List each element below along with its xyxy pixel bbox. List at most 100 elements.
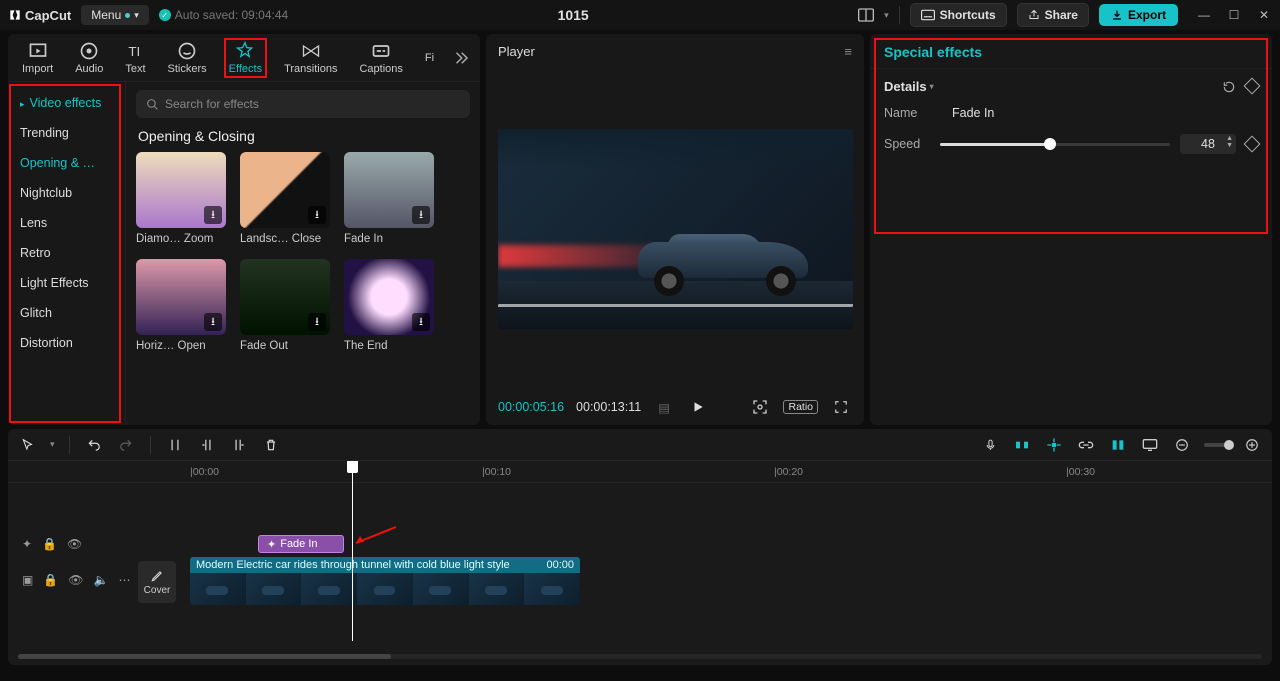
slider-thumb[interactable] bbox=[1044, 138, 1056, 150]
cursor-tool[interactable] bbox=[18, 435, 38, 455]
sidebar-item-trending[interactable]: Trending bbox=[8, 118, 125, 148]
timeline-wrap: ▾ |00:00 |00:10 bbox=[0, 425, 1280, 673]
menu-button[interactable]: Menu ▾ bbox=[81, 5, 149, 25]
zoom-out-icon[interactable] bbox=[1172, 435, 1192, 455]
list-icon[interactable]: ▤ bbox=[653, 397, 675, 417]
tab-audio[interactable]: Audio bbox=[71, 39, 107, 77]
chevron-down-icon: ▾ bbox=[134, 10, 139, 21]
inspector-body: Details▾ Name Fade In Speed 48 ▲▼ bbox=[870, 69, 1272, 164]
player-canvas[interactable] bbox=[498, 129, 853, 329]
zoom-slider[interactable] bbox=[1204, 443, 1230, 447]
split-left-icon[interactable] bbox=[197, 435, 217, 455]
effect-label: Fade Out bbox=[240, 340, 330, 352]
playhead[interactable] bbox=[352, 461, 353, 641]
sidebar-item-nightclub[interactable]: Nightclub bbox=[8, 178, 125, 208]
pencil-icon bbox=[150, 569, 164, 583]
speed-slider[interactable] bbox=[940, 143, 1170, 146]
keyframe-icon[interactable] bbox=[1244, 77, 1261, 94]
zoom-in-icon[interactable] bbox=[1242, 435, 1262, 455]
split-right-icon[interactable] bbox=[229, 435, 249, 455]
titlebar-right: ▾ Shortcuts Share Export — ☐ ✕ bbox=[858, 3, 1272, 27]
sidebar-item-lens[interactable]: Lens bbox=[8, 208, 125, 238]
speed-label: Speed bbox=[884, 137, 930, 151]
sidebar-item-opening[interactable]: Opening & … bbox=[8, 148, 125, 178]
shortcuts-button[interactable]: Shortcuts bbox=[910, 3, 1007, 27]
tab-effects[interactable]: Effects bbox=[225, 39, 266, 77]
effect-item[interactable]: ⭳ Fade In bbox=[344, 152, 434, 245]
redo-icon[interactable] bbox=[116, 435, 136, 455]
video-clip[interactable]: Modern Electric car rides through tunnel… bbox=[190, 557, 580, 605]
layout-icon[interactable] bbox=[858, 7, 874, 23]
effect-track-icon[interactable]: ✦ bbox=[22, 537, 32, 551]
fullscreen-icon[interactable] bbox=[830, 397, 852, 417]
details-label[interactable]: Details▾ bbox=[884, 79, 934, 94]
track-lane[interactable]: ✦ Fade In bbox=[138, 531, 1272, 557]
ruler-tick: |00:00 bbox=[190, 466, 219, 478]
sidebar-item-light[interactable]: Light Effects bbox=[8, 268, 125, 298]
stepper-icons[interactable]: ▲▼ bbox=[1226, 135, 1233, 149]
preview-icon[interactable] bbox=[1108, 435, 1128, 455]
tab-import[interactable]: Import bbox=[18, 39, 57, 77]
scrollbar-thumb[interactable] bbox=[18, 654, 391, 659]
effect-label: Horiz… Open bbox=[136, 340, 226, 352]
timeline-ruler[interactable]: |00:00 |00:10 |00:20 |00:30 bbox=[8, 461, 1272, 483]
tab-stickers[interactable]: Stickers bbox=[164, 39, 211, 77]
delete-icon[interactable] bbox=[261, 435, 281, 455]
share-button[interactable]: Share bbox=[1017, 3, 1089, 27]
export-button[interactable]: Export bbox=[1099, 4, 1178, 26]
tab-filters[interactable]: Fi bbox=[421, 50, 438, 66]
mute-icon[interactable]: 🔈 bbox=[94, 573, 109, 587]
chevron-down-icon[interactable]: ▾ bbox=[50, 439, 55, 450]
effect-item[interactable]: ⭳ The End bbox=[344, 259, 434, 352]
effect-item[interactable]: ⭳ Landsc… Close bbox=[240, 152, 330, 245]
link-icon[interactable] bbox=[1076, 435, 1096, 455]
menu-label: Menu bbox=[91, 8, 121, 22]
tab-captions[interactable]: Captions bbox=[355, 39, 406, 77]
sidebar-item-distortion[interactable]: Distortion bbox=[8, 328, 125, 358]
tab-transitions[interactable]: Transitions bbox=[280, 39, 341, 77]
play-icon[interactable] bbox=[687, 397, 709, 417]
mic-icon[interactable] bbox=[980, 435, 1000, 455]
effect-item[interactable]: ⭳ Horiz… Open bbox=[136, 259, 226, 352]
ratio-button[interactable]: Ratio bbox=[783, 400, 818, 414]
lock-icon[interactable]: 🔒 bbox=[42, 537, 57, 551]
monitor-icon[interactable] bbox=[1140, 435, 1160, 455]
eye-icon[interactable]: 👁 bbox=[68, 573, 83, 587]
timeline-scrollbar[interactable] bbox=[8, 651, 1272, 661]
split-icon[interactable] bbox=[165, 435, 185, 455]
snap-icon[interactable] bbox=[1044, 435, 1064, 455]
lock-icon[interactable]: 🔒 bbox=[43, 573, 58, 587]
magnet-icon[interactable] bbox=[1012, 435, 1032, 455]
reset-icon[interactable] bbox=[1222, 80, 1236, 94]
cover-button[interactable]: Cover bbox=[138, 561, 176, 603]
maximize-icon[interactable]: ☐ bbox=[1226, 7, 1242, 23]
effects-sidebar: Video effects Trending Opening & … Night… bbox=[8, 82, 126, 425]
undo-icon[interactable] bbox=[84, 435, 104, 455]
download-icon[interactable]: ⭳ bbox=[204, 206, 222, 224]
sidebar-item-retro[interactable]: Retro bbox=[8, 238, 125, 268]
effect-clip[interactable]: ✦ Fade In bbox=[258, 535, 344, 553]
video-track-icon[interactable]: ▣ bbox=[22, 573, 33, 587]
speed-value-input[interactable]: 48 ▲▼ bbox=[1180, 134, 1236, 154]
download-icon[interactable]: ⭳ bbox=[412, 313, 430, 331]
more-icon[interactable]: ⋯ bbox=[118, 573, 130, 587]
search-input[interactable]: Search for effects bbox=[136, 90, 470, 118]
download-icon[interactable]: ⭳ bbox=[308, 206, 326, 224]
minimize-icon[interactable]: — bbox=[1196, 7, 1212, 23]
effect-item[interactable]: ⭳ Fade Out bbox=[240, 259, 330, 352]
focus-icon[interactable] bbox=[749, 397, 771, 417]
close-icon[interactable]: ✕ bbox=[1256, 7, 1272, 23]
download-icon[interactable]: ⭳ bbox=[308, 313, 326, 331]
tabs-overflow[interactable] bbox=[452, 49, 470, 67]
effect-item[interactable]: ⭳ Diamo… Zoom bbox=[136, 152, 226, 245]
download-icon[interactable]: ⭳ bbox=[412, 206, 430, 224]
tab-text[interactable]: TI Text bbox=[121, 39, 149, 77]
chevron-down-icon[interactable]: ▾ bbox=[884, 10, 889, 21]
download-icon[interactable]: ⭳ bbox=[204, 313, 222, 331]
sidebar-item-glitch[interactable]: Glitch bbox=[8, 298, 125, 328]
player-menu-icon[interactable]: ≡ bbox=[844, 44, 852, 59]
search-placeholder: Search for effects bbox=[165, 97, 259, 111]
eye-icon[interactable]: 👁 bbox=[67, 537, 82, 551]
keyframe-icon[interactable] bbox=[1244, 136, 1261, 153]
sidebar-header-video-effects[interactable]: Video effects bbox=[8, 88, 125, 118]
